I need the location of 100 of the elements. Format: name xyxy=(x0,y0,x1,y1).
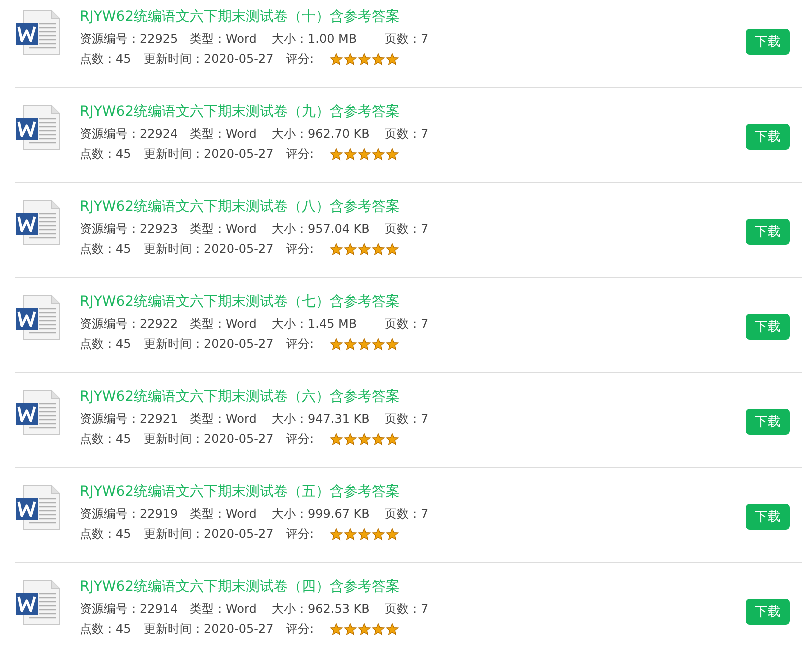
star-icon xyxy=(358,338,371,350)
resource-id: 资源编号：22924 xyxy=(80,126,180,143)
star-icon xyxy=(330,148,343,160)
resource-id: 资源编号：22919 xyxy=(80,506,180,523)
star-icon xyxy=(386,622,399,636)
update-time: 更新时间：2020-05-27 xyxy=(144,431,275,448)
file-size: 大小：1.00 MB xyxy=(272,31,358,48)
update-time: 更新时间：2020-05-27 xyxy=(144,336,275,353)
page-count: 页数：7 xyxy=(385,31,429,48)
rating-label: 评分: xyxy=(286,241,316,258)
document-title-link[interactable]: RJYW62统编语文六下期末测试卷（五）含参考答案 xyxy=(80,482,746,502)
rating-label: 评分: xyxy=(286,526,316,543)
file-type: 类型：Word xyxy=(190,601,258,618)
rating-label: 评分: xyxy=(286,51,316,68)
update-time: 更新时间：2020-05-27 xyxy=(144,526,275,543)
star-icon xyxy=(330,242,343,256)
update-time: 更新时间：2020-05-27 xyxy=(144,146,275,163)
word-document-icon xyxy=(15,200,61,246)
file-size: 大小：1.45 MB xyxy=(272,316,358,333)
page-count: 页数：7 xyxy=(385,601,429,618)
word-document-icon xyxy=(15,485,61,531)
update-time: 更新时间：2020-05-27 xyxy=(144,241,275,258)
page-count: 页数：7 xyxy=(385,506,429,523)
page-count: 页数：7 xyxy=(385,411,429,428)
document-title-link[interactable]: RJYW62统编语文六下期末测试卷（九）含参考答案 xyxy=(80,102,746,122)
star-icon xyxy=(344,148,357,160)
download-button[interactable]: 下载 xyxy=(746,314,790,340)
page-count: 页数：7 xyxy=(385,126,429,143)
star-icon xyxy=(372,52,385,66)
file-type: 类型：Word xyxy=(190,316,258,333)
file-type: 类型：Word xyxy=(190,126,258,143)
points: 点数：45 xyxy=(80,241,132,258)
document-title-link[interactable]: RJYW62统编语文六下期末测试卷（六）含参考答案 xyxy=(80,387,746,407)
star-icon xyxy=(386,148,399,160)
star-icon xyxy=(372,622,385,636)
star-icon xyxy=(330,432,343,446)
points: 点数：45 xyxy=(80,336,132,353)
update-time: 更新时间：2020-05-27 xyxy=(144,51,275,68)
points: 点数：45 xyxy=(80,621,132,638)
resource-id: 资源编号：22921 xyxy=(80,411,180,428)
rating-label: 评分: xyxy=(286,336,316,353)
star-icon xyxy=(358,432,371,446)
star-icon xyxy=(330,622,343,636)
word-document-icon xyxy=(15,390,61,436)
rating-label: 评分: xyxy=(286,621,316,638)
word-document-icon xyxy=(15,10,61,56)
points: 点数：45 xyxy=(80,431,132,448)
points: 点数：45 xyxy=(80,526,132,543)
word-document-icon xyxy=(15,295,61,341)
download-button[interactable]: 下载 xyxy=(746,124,790,150)
document-title-link[interactable]: RJYW62统编语文六下期末测试卷（八）含参考答案 xyxy=(80,197,746,217)
star-icon xyxy=(372,528,385,540)
star-icon xyxy=(372,148,385,160)
star-icon xyxy=(344,52,357,66)
points: 点数：45 xyxy=(80,51,132,68)
file-size: 大小：962.70 KB xyxy=(272,126,371,143)
star-icon xyxy=(386,528,399,540)
file-type: 类型：Word xyxy=(190,221,258,238)
document-title-link[interactable]: RJYW62统编语文六下期末测试卷（七）含参考答案 xyxy=(80,292,746,312)
file-size: 大小：999.67 KB xyxy=(272,506,371,523)
star-icon xyxy=(386,52,399,66)
document-title-link[interactable]: RJYW62统编语文六下期末测试卷（十）含参考答案 xyxy=(80,7,746,27)
update-time: 更新时间：2020-05-27 xyxy=(144,621,275,638)
word-document-icon xyxy=(15,580,61,626)
star-icon xyxy=(372,338,385,350)
rating-label: 评分: xyxy=(286,431,316,448)
star-icon xyxy=(344,242,357,256)
file-type: 类型：Word xyxy=(190,506,258,523)
file-size: 大小：947.31 KB xyxy=(272,411,371,428)
star-icon xyxy=(344,528,357,540)
download-button[interactable]: 下载 xyxy=(746,219,790,245)
star-icon xyxy=(386,242,399,256)
download-button[interactable]: 下载 xyxy=(746,599,790,625)
star-icon xyxy=(330,338,343,350)
star-icon xyxy=(358,52,371,66)
download-button[interactable]: 下载 xyxy=(746,29,790,55)
star-icon xyxy=(330,52,343,66)
rating-label: 评分: xyxy=(286,146,316,163)
star-icon xyxy=(344,338,357,350)
star-icon xyxy=(386,338,399,350)
star-icon xyxy=(372,432,385,446)
document-title-link[interactable]: RJYW62统编语文六下期末测试卷（四）含参考答案 xyxy=(80,577,746,597)
points: 点数：45 xyxy=(80,146,132,163)
resource-id: 资源编号：22923 xyxy=(80,221,180,238)
download-button[interactable]: 下载 xyxy=(746,504,790,530)
file-size: 大小：957.04 KB xyxy=(272,221,371,238)
star-icon xyxy=(358,242,371,256)
resource-id: 资源编号：22922 xyxy=(80,316,180,333)
word-document-icon xyxy=(15,105,61,151)
star-icon xyxy=(358,148,371,160)
star-icon xyxy=(344,432,357,446)
file-type: 类型：Word xyxy=(190,411,258,428)
page-count: 页数：7 xyxy=(385,221,429,238)
resource-id: 资源编号：22914 xyxy=(80,601,180,618)
star-icon xyxy=(372,242,385,256)
page-count: 页数：7 xyxy=(385,316,429,333)
download-button[interactable]: 下载 xyxy=(746,409,790,435)
star-icon xyxy=(330,528,343,540)
star-icon xyxy=(344,622,357,636)
star-icon xyxy=(386,432,399,446)
